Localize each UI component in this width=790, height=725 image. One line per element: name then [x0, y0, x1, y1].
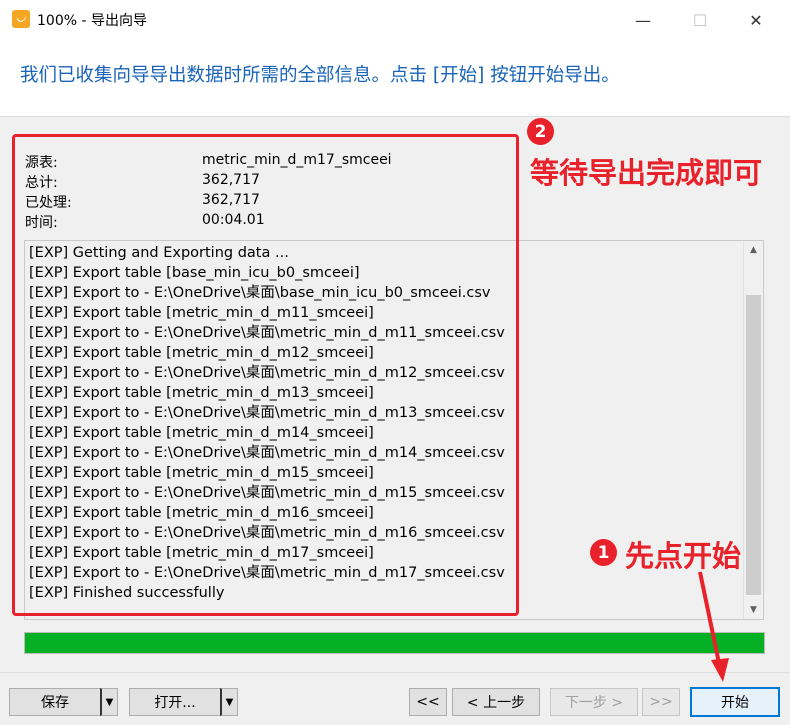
first-step-label: <<: [416, 694, 440, 710]
footer-divider: [0, 672, 790, 673]
progress-fill: [25, 633, 764, 653]
open-button[interactable]: 打开...: [129, 688, 221, 716]
first-step-button[interactable]: <<: [409, 688, 447, 716]
minimize-icon: —: [635, 10, 651, 30]
minimize-button[interactable]: —: [620, 6, 666, 34]
window-title: 100% - 导出向导: [37, 13, 147, 29]
next-step-label: 下一步 >: [564, 695, 624, 711]
navicat-app-icon: [12, 10, 30, 28]
export-progress-bar: [24, 632, 765, 654]
annotation-highlight-box: [12, 134, 519, 616]
scroll-thumb[interactable]: [746, 295, 761, 595]
save-button[interactable]: 保存: [9, 688, 101, 716]
annotation-badge-2: 2: [527, 118, 554, 145]
next-step-button[interactable]: 下一步 >: [550, 688, 638, 716]
annotation-arrow-icon: [698, 571, 729, 682]
wizard-header: 我们已收集向导导出数据时所需的全部信息。点击 [开始] 按钮开始导出。: [0, 40, 790, 117]
last-step-button[interactable]: >>: [642, 688, 680, 716]
open-button-label: 打开...: [154, 695, 196, 711]
start-button-label: 开始: [721, 695, 749, 711]
header-message: 我们已收集向导导出数据时所需的全部信息。点击 [开始] 按钮开始导出。: [20, 65, 620, 86]
annotation-badge-1: 1: [590, 539, 617, 566]
save-dropdown-arrow-icon[interactable]: ▼: [100, 688, 118, 716]
start-button[interactable]: 开始: [690, 687, 780, 717]
close-icon: ✕: [749, 10, 763, 30]
title-bar: 100% - 导出向导 — ☐ ✕: [0, 0, 790, 40]
save-button-label: 保存: [41, 695, 69, 711]
scroll-up-arrow-icon[interactable]: ▲: [744, 241, 763, 259]
annotation-wait-text: 等待导出完成即可: [530, 156, 763, 190]
scroll-down-arrow-icon[interactable]: ▼: [744, 601, 763, 619]
open-dropdown-arrow-icon[interactable]: ▼: [220, 688, 238, 716]
previous-step-label: < 上一步: [466, 695, 526, 711]
close-button[interactable]: ✕: [733, 6, 779, 34]
last-step-label: >>: [649, 694, 673, 710]
maximize-button: ☐: [677, 6, 723, 34]
log-scrollbar[interactable]: ▲ ▼: [743, 241, 763, 619]
maximize-icon: ☐: [692, 10, 708, 30]
previous-step-button[interactable]: < 上一步: [452, 688, 540, 716]
